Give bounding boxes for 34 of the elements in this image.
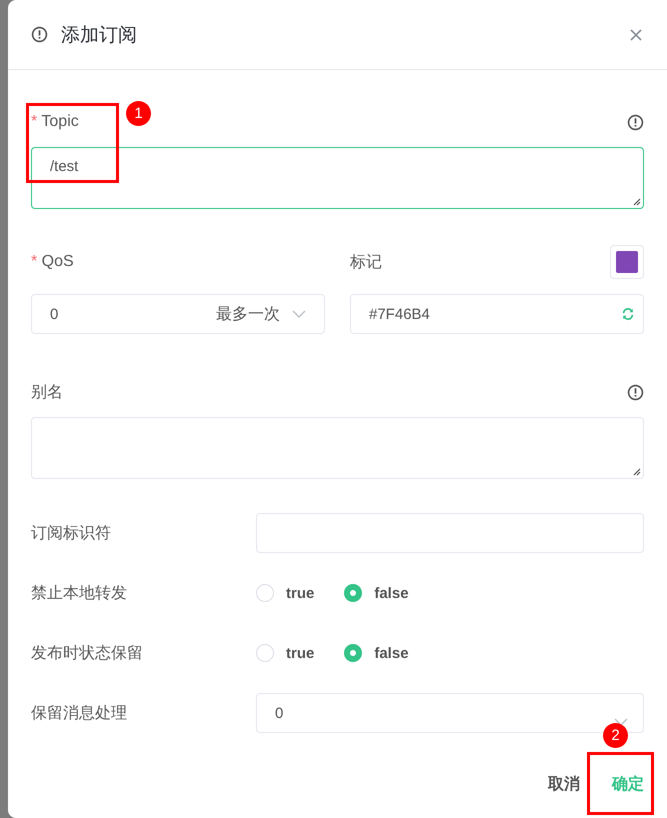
alias-field[interactable] [31, 417, 644, 479]
annotation-number: 2 [603, 723, 628, 748]
color-field[interactable]: #7F46B4 [350, 294, 644, 334]
resize-handle-icon[interactable] [631, 466, 641, 476]
close-icon[interactable] [629, 28, 643, 42]
info-icon [627, 114, 644, 130]
chevron-down-icon [292, 310, 306, 318]
radio-button[interactable] [344, 644, 362, 662]
radio-button[interactable] [344, 584, 362, 602]
radio-label[interactable]: false [374, 584, 409, 602]
info-icon [627, 384, 644, 400]
dialog-title: 添加订阅 [61, 24, 137, 48]
field-label: * QoS [31, 253, 74, 271]
resize-handle-icon[interactable] [631, 196, 641, 206]
input-field[interactable] [256, 513, 644, 553]
annotation-box [587, 752, 654, 815]
refresh-icon[interactable] [621, 307, 635, 321]
field-label: 发布时状态保留 [31, 644, 144, 664]
field-label: 标记 [350, 252, 382, 272]
field-label: 禁止本地转发 [31, 584, 128, 604]
field-label: 别名 [31, 382, 63, 402]
annotation-number: 1 [126, 101, 151, 126]
field-label: 保留消息处理 [31, 704, 128, 724]
field-label: 订阅标识符 [31, 524, 112, 544]
radio-label[interactable]: true [286, 584, 314, 602]
topic-field[interactable]: /test [31, 147, 644, 209]
qos-select[interactable]: 0 最多一次 [31, 294, 325, 334]
color-picker[interactable] [610, 245, 644, 279]
radio-label[interactable]: true [286, 644, 314, 662]
chevron-down-icon [614, 718, 628, 726]
info-icon [31, 26, 48, 43]
radio-label[interactable]: false [374, 644, 409, 662]
field-label: * Topic [31, 113, 79, 131]
cancel-button[interactable]: 取消 [534, 764, 594, 805]
